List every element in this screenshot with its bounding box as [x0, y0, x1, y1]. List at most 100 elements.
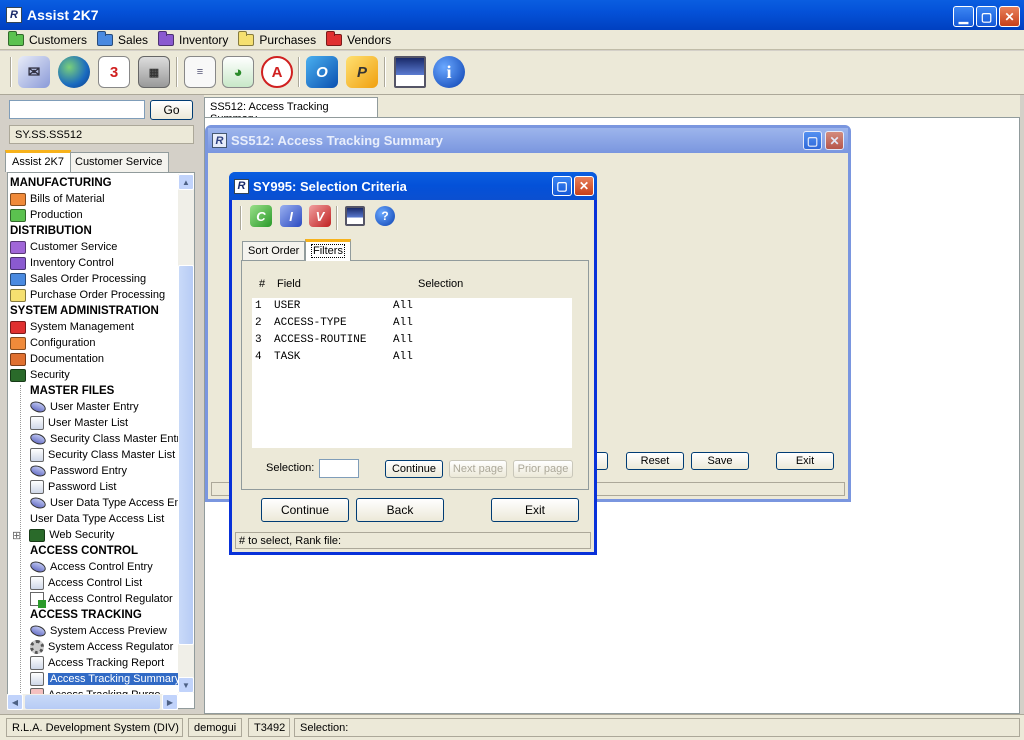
ss512-maximize-button[interactable]: ▢ — [803, 131, 822, 150]
sy995-maximize-button[interactable]: ▢ — [552, 176, 572, 196]
filter-num-cell: 3 — [255, 334, 262, 346]
picture-icon[interactable] — [394, 56, 426, 88]
tree-item-access-control-regulator[interactable]: Access Control Regulator — [30, 591, 173, 608]
tree-item-system-access-regulator[interactable]: System Access Regulator — [30, 639, 173, 655]
menu-vendors[interactable]: Vendors — [326, 30, 391, 47]
ss512-reset-button[interactable]: Reset — [626, 452, 684, 470]
info-icon[interactable]: i — [433, 56, 465, 88]
report-icon[interactable]: ◕ — [222, 56, 254, 88]
tree-item-access-tracking-summary[interactable]: Access Tracking Summary — [30, 671, 183, 687]
gear-icon — [30, 640, 44, 654]
tree-section-access-tracking: ACCESS TRACKING — [30, 607, 142, 623]
tree-item-password-entry[interactable]: Password Entry — [28, 463, 127, 479]
tree-item-security-class-master-list[interactable]: Security Class Master List — [30, 447, 175, 463]
go-button[interactable]: Go — [150, 100, 193, 120]
tree-item-access-control-list[interactable]: Access Control List — [30, 575, 142, 591]
tab-ss512[interactable]: SS512: Access Tracking Summary — [204, 97, 378, 125]
tree-item-security[interactable]: Security — [10, 367, 70, 383]
menu-label: Purchases — [259, 32, 317, 47]
maximize-button[interactable]: ▢ — [976, 6, 997, 27]
app-logo-icon: R — [6, 7, 22, 23]
back-button[interactable]: Back — [356, 498, 444, 522]
calendar-icon[interactable]: 3 — [98, 56, 130, 88]
app-title-bar: R Assist 2K7 ▁ ▢ ✕ — [0, 0, 1024, 30]
tree-item-security-class-master-entry[interactable]: Security Class Master Entry — [28, 431, 186, 447]
tree-section-access-control: ACCESS CONTROL — [30, 543, 138, 559]
scroll-up-icon[interactable]: ▲ — [178, 174, 194, 190]
tree-label: Inventory Control — [30, 257, 114, 269]
tree-item-customer-service[interactable]: Customer Service — [10, 239, 117, 255]
ss512-exit-button[interactable]: Exit — [776, 452, 834, 470]
menu-customers[interactable]: Customers — [8, 30, 87, 47]
folder-icon — [326, 30, 343, 46]
acrobat-icon[interactable]: A — [261, 56, 293, 88]
notepad-icon[interactable]: ≡ — [184, 56, 216, 88]
filter-selection-cell: All — [393, 351, 413, 363]
tree-item-bills-of-material[interactable]: Bills of Material — [10, 191, 105, 207]
tree-item-access-tracking-report[interactable]: Access Tracking Report — [30, 655, 164, 671]
horizontal-scroll-thumb[interactable] — [25, 695, 160, 709]
scroll-right-icon[interactable]: ▶ — [162, 694, 178, 710]
help-icon[interactable]: ? — [375, 206, 395, 226]
ss512-save-button[interactable]: Save — [691, 452, 749, 470]
continue-tool-icon[interactable]: C — [250, 205, 272, 227]
tab-customer-service[interactable]: Customer Service — [68, 152, 170, 172]
tree-item-web-security[interactable]: ⊞ Web Security — [12, 527, 114, 543]
filter-row[interactable]: 3 ACCESS-ROUTINE All — [252, 334, 572, 349]
dialog-picture-icon[interactable] — [345, 206, 365, 226]
tab-sort-order[interactable]: Sort Order — [242, 241, 306, 261]
minimize-button[interactable]: ▁ — [953, 6, 974, 27]
globe-icon[interactable] — [58, 56, 90, 88]
tree-item-sales-order-processing[interactable]: Sales Order Processing — [10, 271, 146, 287]
writer-icon[interactable]: P — [346, 56, 378, 88]
outlook-icon[interactable]: O — [306, 56, 338, 88]
menu-purchases[interactable]: Purchases — [238, 30, 317, 47]
panel-continue-button[interactable]: Continue — [385, 460, 443, 478]
scroll-left-icon[interactable]: ◀ — [7, 694, 23, 710]
filter-row[interactable]: 2 ACCESS-TYPE All — [252, 317, 572, 332]
tree-label: ACCESS CONTROL — [30, 545, 138, 557]
close-button[interactable]: ✕ — [999, 6, 1020, 27]
tree-item-production[interactable]: Production — [10, 207, 83, 223]
tree-item-password-list[interactable]: Password List — [30, 479, 116, 495]
tab-assist-2k7[interactable]: Assist 2K7 — [5, 150, 71, 172]
search-input[interactable] — [9, 100, 145, 119]
filter-list[interactable]: 1 USER All 2 ACCESS-TYPE All 3 ACCESS-ROUTINE Al… — [252, 298, 572, 448]
tree-item-system-management[interactable]: System Management — [10, 319, 134, 335]
tree-item-documentation[interactable]: Documentation — [10, 351, 104, 367]
sy995-logo-icon: R — [234, 178, 249, 194]
tree-scroll-thumb[interactable] — [178, 265, 194, 645]
prior-page-button[interactable]: Prior page — [513, 460, 573, 478]
tree-item-purchase-order-processing[interactable]: Purchase Order Processing — [10, 287, 165, 303]
continue-button[interactable]: Continue — [261, 498, 349, 522]
filter-selection-cell: All — [393, 300, 413, 312]
tree-item-access-control-entry[interactable]: Access Control Entry — [28, 559, 153, 575]
menu-inventory[interactable]: Inventory — [158, 30, 228, 47]
next-page-button[interactable]: Next page — [449, 460, 507, 478]
selection-input[interactable] — [319, 459, 359, 478]
view-tool-icon[interactable]: V — [309, 205, 331, 227]
tree-item-user-data-type-access-entry[interactable]: User Data Type Access Entry — [28, 495, 193, 511]
entry-icon — [28, 431, 48, 447]
sy995-close-button[interactable]: ✕ — [574, 176, 594, 196]
filter-selection-cell: All — [393, 334, 413, 346]
tree-item-user-data-type-access-list[interactable]: User Data Type Access List — [30, 511, 164, 527]
ss512-close-button[interactable]: ✕ — [825, 131, 844, 150]
filter-row[interactable]: 4 TASK All — [252, 351, 572, 366]
menu-sales[interactable]: Sales — [97, 30, 148, 47]
scroll-down-icon[interactable]: ▼ — [178, 677, 194, 693]
exit-button[interactable]: Exit — [491, 498, 579, 522]
tree-item-user-master-entry[interactable]: User Master Entry — [28, 399, 139, 415]
calculator-icon[interactable]: ▦ — [138, 56, 170, 88]
tab-filters[interactable]: Filters — [305, 239, 351, 261]
tree-item-configuration[interactable]: Configuration — [10, 335, 95, 351]
insert-tool-icon[interactable]: I — [280, 205, 302, 227]
tree-item-inventory-control[interactable]: Inventory Control — [10, 255, 114, 271]
tree-item-system-access-preview[interactable]: System Access Preview — [28, 623, 167, 639]
tree-label: Security Class Master Entry — [50, 433, 186, 445]
tree-horizontal-scrollbar[interactable]: ◀ ▶ — [7, 694, 178, 710]
tree-item-user-master-list[interactable]: User Master List — [30, 415, 128, 431]
tree-label: User Data Type Access List — [30, 513, 165, 525]
mail-icon[interactable]: ✉ — [18, 56, 50, 88]
filter-row[interactable]: 1 USER All — [252, 300, 572, 315]
